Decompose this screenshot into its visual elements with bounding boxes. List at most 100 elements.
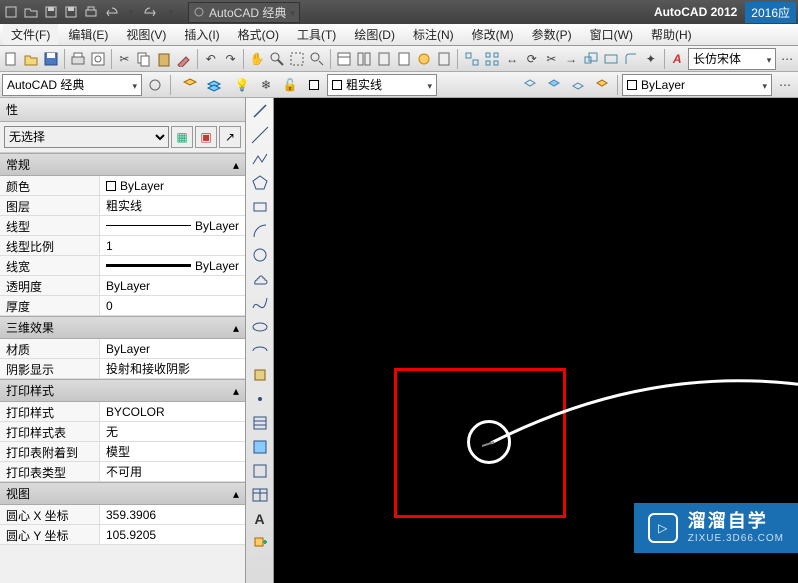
table-icon[interactable] [249,484,271,506]
preview-icon[interactable] [89,48,107,70]
prop-value[interactable]: ByLayer [100,276,245,295]
zoom-window-icon[interactable] [288,48,306,70]
sheetset-icon[interactable] [395,48,413,70]
ellipse-icon[interactable] [249,316,271,338]
revcloud-icon[interactable] [249,268,271,290]
layer-lock-icon[interactable]: 🔓 [279,74,301,96]
layer-uniso-icon[interactable] [543,74,565,96]
open-icon[interactable] [22,48,40,70]
print-icon[interactable] [82,3,100,21]
quickselect-icon[interactable]: ▦ [171,126,193,148]
section-view[interactable]: 视图▴ [0,482,245,505]
layer-off-icon[interactable] [567,74,589,96]
layer-freeze-icon[interactable]: ❄ [255,74,277,96]
copy-icon[interactable] [135,48,153,70]
quickcalc-icon[interactable] [435,48,453,70]
prop-value[interactable]: 0 [100,296,245,315]
stretch-icon[interactable] [602,48,620,70]
point-icon[interactable] [249,388,271,410]
pickadd-icon[interactable]: ↗ [219,126,241,148]
circle-icon[interactable] [249,244,271,266]
menu-window[interactable]: 窗口(W) [582,24,641,45]
menu-help[interactable]: 帮助(H) [643,24,700,45]
workspace-combo[interactable]: AutoCAD 经典 [2,74,142,96]
layer-match-icon[interactable] [591,74,613,96]
array-icon[interactable] [483,48,501,70]
region-icon[interactable] [249,460,271,482]
pan-icon[interactable]: ✋ [248,48,266,70]
addselected-icon[interactable] [249,532,271,554]
layer-on-icon[interactable]: 💡 [231,74,253,96]
new-icon[interactable] [2,48,20,70]
prop-value[interactable]: 粗实线 [100,196,245,215]
prop-value[interactable]: ByLayer [100,339,245,358]
ellipse-arc-icon[interactable] [249,340,271,362]
cut-icon[interactable]: ✂ [116,48,134,70]
zoom-icon[interactable] [268,48,286,70]
menu-format[interactable]: 格式(O) [230,24,287,45]
color-combo[interactable]: ByLayer [622,74,772,96]
more-icon[interactable]: ⋯ [774,74,796,96]
menu-param[interactable]: 参数(P) [524,24,580,45]
spline-icon[interactable] [249,292,271,314]
properties-icon[interactable] [335,48,353,70]
drawing-canvas[interactable]: ▷ 溜溜自学 ZIXUE.3D66.COM [274,98,798,583]
section-general[interactable]: 常规▴ [0,153,245,176]
menu-modify[interactable]: 修改(M) [464,24,522,45]
scale-icon[interactable] [582,48,600,70]
designcenter-icon[interactable] [355,48,373,70]
workspace-settings-icon[interactable] [144,74,166,96]
open-icon[interactable] [22,3,40,21]
prop-value[interactable]: 1 [100,236,245,255]
prop-value[interactable]: ByLayer [100,256,245,275]
redo-dropdown-icon[interactable] [162,3,180,21]
trim-icon[interactable]: ✂ [543,48,561,70]
layer-color-icon[interactable] [303,74,325,96]
redo-icon[interactable]: ↷ [222,48,240,70]
paste-icon[interactable] [155,48,173,70]
undo-icon[interactable]: ↶ [202,48,220,70]
modify-icon[interactable] [463,48,481,70]
toolpalettes-icon[interactable] [375,48,393,70]
line-icon[interactable] [249,100,271,122]
undo-dropdown-icon[interactable] [122,3,140,21]
selection-combo[interactable]: 无选择 [4,126,169,148]
textstyle-icon[interactable]: A [668,48,686,70]
qat-workspace-selector[interactable]: AutoCAD 经典 [188,2,300,23]
undo-icon[interactable] [102,3,120,21]
prop-value[interactable]: 359.3906 [100,505,245,524]
gradient-icon[interactable] [249,436,271,458]
rotate-icon[interactable]: ⟳ [523,48,541,70]
prop-value[interactable]: ByLayer [100,176,245,195]
saveas-icon[interactable] [62,3,80,21]
arc-icon[interactable] [249,220,271,242]
block-icon[interactable] [249,364,271,386]
print-icon[interactable] [69,48,87,70]
textstyle-combo[interactable]: 长仿宋体 [688,48,776,70]
hatch-icon[interactable] [249,412,271,434]
menu-tools[interactable]: 工具(T) [289,24,344,45]
prop-value[interactable]: BYCOLOR [100,402,245,421]
construction-line-icon[interactable] [249,124,271,146]
markup-icon[interactable] [415,48,433,70]
prop-value[interactable]: ByLayer [100,216,245,235]
layer-props-icon[interactable] [179,74,201,96]
explode-icon[interactable]: ✦ [642,48,660,70]
menu-file[interactable]: 文件(F) [3,24,58,45]
new-icon[interactable] [2,3,20,21]
save-icon[interactable] [42,48,60,70]
polyline-icon[interactable] [249,148,271,170]
move-icon[interactable]: ↔ [503,48,521,70]
prop-value[interactable]: 不可用 [100,462,245,481]
menu-insert[interactable]: 插入(I) [176,24,227,45]
text-icon[interactable]: A [249,508,271,530]
matchprops-icon[interactable] [175,48,193,70]
prop-value[interactable]: 无 [100,422,245,441]
redo-icon[interactable] [142,3,160,21]
more-icon[interactable]: ⋯ [778,48,796,70]
menu-edit[interactable]: 编辑(E) [60,24,116,45]
menu-dim[interactable]: 标注(N) [405,24,462,45]
menu-draw[interactable]: 绘图(D) [346,24,403,45]
section-3d[interactable]: 三维效果▴ [0,316,245,339]
polygon-icon[interactable] [249,172,271,194]
